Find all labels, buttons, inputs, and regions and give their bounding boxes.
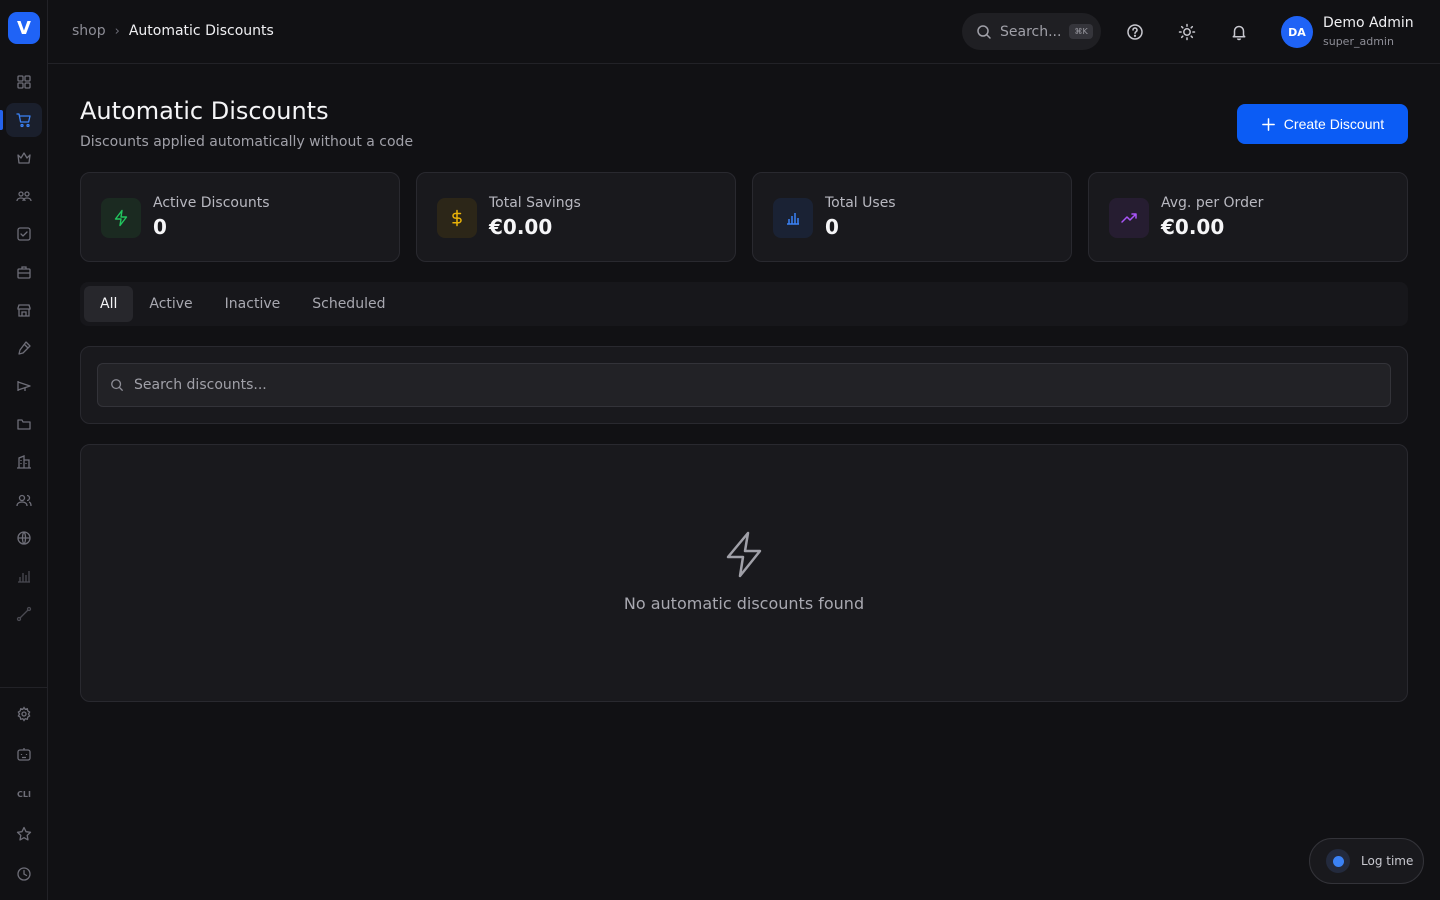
- folder-icon[interactable]: [6, 407, 42, 441]
- search-shortcut: ⌘K: [1069, 24, 1093, 39]
- check-square-icon[interactable]: [6, 217, 42, 251]
- building-icon[interactable]: [6, 445, 42, 479]
- filter-tabs: All Active Inactive Scheduled: [80, 282, 1408, 326]
- stat-value: €0.00: [1161, 215, 1225, 239]
- tab-scheduled[interactable]: Scheduled: [296, 286, 401, 322]
- breadcrumb: shop › Automatic Discounts: [72, 23, 274, 39]
- route-icon[interactable]: [6, 597, 42, 631]
- avatar[interactable]: DA: [1281, 16, 1313, 48]
- topbar: shop › Automatic Discounts Search... ⌘K …: [48, 0, 1440, 64]
- bar-chart-icon[interactable]: [6, 559, 42, 593]
- user-name: Demo Admin: [1323, 15, 1414, 31]
- log-time-label: Log time: [1361, 854, 1414, 868]
- stat-value: 0: [825, 215, 839, 239]
- global-search[interactable]: Search... ⌘K: [962, 13, 1101, 50]
- clock-icon[interactable]: [6, 857, 42, 891]
- cli-text: CLI: [17, 789, 31, 799]
- store-icon[interactable]: [6, 293, 42, 327]
- breadcrumb-root[interactable]: shop: [72, 23, 106, 39]
- empty-state-message: No automatic discounts found: [623, 594, 865, 613]
- page-subtitle: Discounts applied automatically without …: [80, 134, 414, 150]
- stat-card-total-savings: Total Savings €0.00: [416, 172, 736, 262]
- user-role: super_admin: [1323, 35, 1394, 48]
- search-label: Search...: [1000, 23, 1062, 40]
- tab-all[interactable]: All: [84, 286, 134, 322]
- stat-label: Total Uses: [825, 195, 896, 211]
- bot-icon[interactable]: [6, 737, 42, 771]
- tab-inactive[interactable]: Inactive: [209, 286, 297, 322]
- tab-active[interactable]: Active: [133, 286, 208, 322]
- search-icon: [111, 379, 123, 391]
- cart-icon[interactable]: [6, 103, 42, 137]
- create-discount-label: Create Discount: [1283, 116, 1385, 132]
- active-indicator: [0, 110, 3, 130]
- search-input[interactable]: [134, 377, 1334, 393]
- zap-icon: [726, 531, 762, 578]
- stat-card-avg-per-order: Avg. per Order €0.00: [1088, 172, 1408, 262]
- page-title: Automatic Discounts: [80, 97, 329, 125]
- megaphone-icon[interactable]: [6, 369, 42, 403]
- trending-up-icon: [1109, 198, 1149, 238]
- discounts-list: No automatic discounts found: [80, 444, 1408, 702]
- search-panel: [80, 346, 1408, 424]
- chevron-right-icon: ›: [114, 23, 120, 39]
- bell-icon[interactable]: [1229, 22, 1249, 42]
- users-icon[interactable]: [6, 179, 42, 213]
- cli-label[interactable]: CLI: [6, 777, 42, 811]
- timer-icon: [1326, 849, 1350, 873]
- plus-icon: [1261, 117, 1275, 131]
- help-icon[interactable]: [1125, 22, 1145, 42]
- team-icon[interactable]: [6, 483, 42, 517]
- discount-search-field[interactable]: [97, 363, 1391, 407]
- settings-icon[interactable]: [6, 697, 42, 731]
- zap-icon: [101, 198, 141, 238]
- crown-icon[interactable]: [6, 141, 42, 175]
- stat-label: Total Savings: [489, 195, 581, 211]
- pen-icon[interactable]: [6, 331, 42, 365]
- briefcase-icon[interactable]: [6, 255, 42, 289]
- stat-value: €0.00: [489, 215, 553, 239]
- sidebar: V CLI: [0, 0, 48, 900]
- sun-icon[interactable]: [1177, 22, 1197, 42]
- star-icon[interactable]: [6, 817, 42, 851]
- dollar-icon: [437, 198, 477, 238]
- create-discount-button[interactable]: Create Discount: [1237, 104, 1408, 144]
- bar-chart-icon: [773, 198, 813, 238]
- stat-label: Active Discounts: [153, 195, 270, 211]
- search-icon: [977, 24, 991, 39]
- stat-card-total-uses: Total Uses 0: [752, 172, 1072, 262]
- sidebar-divider: [0, 687, 48, 688]
- stat-label: Avg. per Order: [1161, 195, 1264, 211]
- breadcrumb-current: Automatic Discounts: [128, 23, 274, 39]
- log-time-button[interactable]: Log time: [1309, 838, 1424, 884]
- stat-value: 0: [153, 215, 167, 239]
- app-logo[interactable]: V: [8, 12, 40, 44]
- stat-card-active-discounts: Active Discounts 0: [80, 172, 400, 262]
- dashboard-icon[interactable]: [6, 65, 42, 99]
- globe-icon[interactable]: [6, 521, 42, 555]
